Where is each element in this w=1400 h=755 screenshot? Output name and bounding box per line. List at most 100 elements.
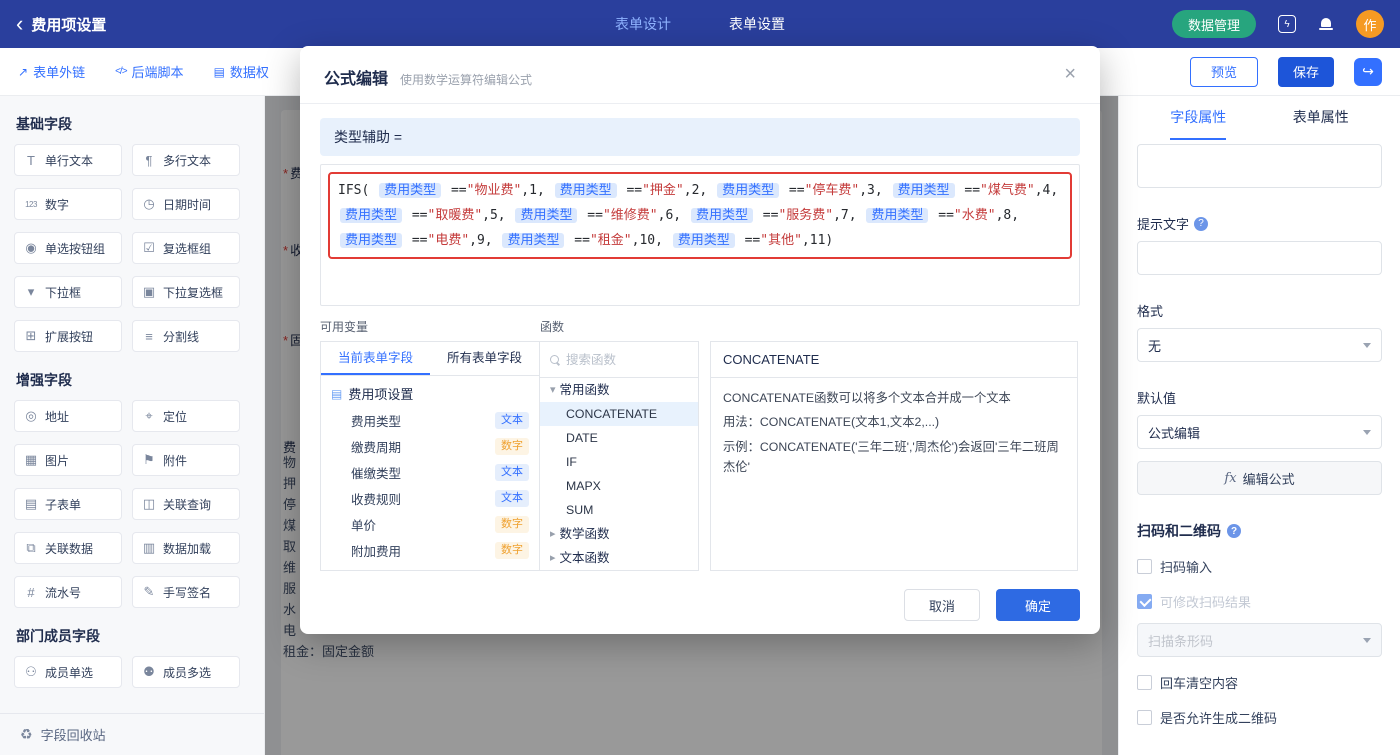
sidebar-field-item[interactable]: ▤子表单 xyxy=(14,488,122,520)
field-type-icon: # xyxy=(23,585,39,600)
preview-button[interactable]: 预览 xyxy=(1190,57,1258,87)
sidebar-field-item[interactable]: ⧉关联数据 xyxy=(14,532,122,564)
field-token[interactable]: 费用类型 xyxy=(866,208,928,223)
function-search-input[interactable] xyxy=(566,353,666,367)
checkbox-box-checked[interactable] xyxy=(1137,594,1152,609)
save-button[interactable]: 保存 xyxy=(1278,57,1334,87)
sidebar-field-item[interactable]: ≡分割线 xyxy=(132,320,240,352)
function-group[interactable]: ▸数学函数 xyxy=(540,522,698,546)
checkbox-scan-input[interactable]: 扫码输入 xyxy=(1137,557,1382,576)
field-recycle-bin[interactable]: ♻ 字段回收站 xyxy=(0,713,264,755)
recycle-label: 字段回收站 xyxy=(41,725,106,744)
field-token[interactable]: 费用类型 xyxy=(893,183,955,198)
field-token[interactable]: 费用类型 xyxy=(515,208,577,223)
field-token[interactable]: 费用类型 xyxy=(379,183,441,198)
tab-current-form-fields[interactable]: 当前表单字段 xyxy=(321,342,430,375)
variable-field-row[interactable]: 催缴类型文本 xyxy=(321,459,539,485)
field-type-icon: ⚉ xyxy=(141,664,157,680)
variable-field-row[interactable]: 附加费用数字 xyxy=(321,537,539,563)
checkbox-allow-qrcode[interactable]: 是否允许生成二维码 xyxy=(1137,708,1382,727)
tab-form-design[interactable]: 表单设计 xyxy=(615,14,671,34)
share-button[interactable]: ↪ xyxy=(1354,58,1382,86)
sidebar-field-item[interactable]: ◫关联查询 xyxy=(132,488,240,520)
sidebar-field-item[interactable]: ⚑附件 xyxy=(132,444,240,476)
data-manage-button[interactable]: 数据管理 xyxy=(1172,10,1256,38)
formula-text: "其他" xyxy=(760,233,802,248)
toolbar-data-permission[interactable]: ▤ 数据权 xyxy=(214,62,269,81)
help-icon[interactable]: ? xyxy=(1194,217,1208,231)
sidebar-field-item[interactable]: ▦图片 xyxy=(14,444,122,476)
function-group[interactable]: ▸文本函数 xyxy=(540,546,698,570)
chevron-down-icon: ▾ xyxy=(550,378,556,402)
avatar[interactable]: 作 xyxy=(1356,10,1384,38)
back-icon[interactable]: ‹ xyxy=(16,14,23,34)
tab-all-form-fields[interactable]: 所有表单字段 xyxy=(430,342,539,375)
formula-text: ,6, xyxy=(658,208,689,223)
sidebar-field-item[interactable]: ¶多行文本 xyxy=(132,144,240,176)
function-search-box[interactable] xyxy=(540,342,698,378)
checkbox-allow-edit-scan-result[interactable]: 可修改扫码结果 xyxy=(1137,592,1382,611)
toolbar-form-external-link[interactable]: ↗ 表单外链 xyxy=(18,62,85,81)
function-item[interactable]: IF xyxy=(540,450,698,474)
sidebar-field-item[interactable]: 123数字 xyxy=(14,188,122,220)
formula-editor-area[interactable]: IFS( 费用类型 =="物业费",1, 费用类型 =="押金",2, 费用类型… xyxy=(320,164,1080,306)
tab-form-settings[interactable]: 表单设置 xyxy=(729,14,785,34)
help-icon[interactable]: ? xyxy=(1227,524,1241,538)
sidebar-field-item[interactable]: #流水号 xyxy=(14,576,122,608)
function-doc-title: CONCATENATE xyxy=(711,342,1077,378)
sidebar-field-item[interactable]: ⚇成员单选 xyxy=(14,656,122,688)
data-icon: ▤ xyxy=(214,65,225,79)
bell-icon[interactable] xyxy=(1318,17,1334,32)
confirm-button[interactable]: 确定 xyxy=(996,589,1080,621)
sidebar-field-item[interactable]: ◉单选按钮组 xyxy=(14,232,122,264)
sidebar-field-item[interactable]: ▣下拉复选框 xyxy=(132,276,240,308)
sidebar-field-item[interactable]: ⊞扩展按钮 xyxy=(14,320,122,352)
sidebar-field-item[interactable]: ✎手写签名 xyxy=(132,576,240,608)
function-group[interactable]: ▾常用函数 xyxy=(540,378,698,402)
default-value-select[interactable]: 公式编辑 xyxy=(1137,415,1382,449)
sidebar-field-item[interactable]: ⌖定位 xyxy=(132,400,240,432)
function-item[interactable]: MAPX xyxy=(540,474,698,498)
checkbox-clear-on-enter[interactable]: 回车清空内容 xyxy=(1137,673,1382,692)
function-item[interactable]: CONCATENATE xyxy=(540,402,698,426)
sidebar-field-item[interactable]: ◎地址 xyxy=(14,400,122,432)
toolbar-backend-script[interactable]: </> 后端脚本 xyxy=(115,62,183,81)
function-item[interactable]: DATE xyxy=(540,426,698,450)
apps-icon[interactable]: ϟ xyxy=(1278,15,1296,33)
tab-field-properties[interactable]: 字段属性 xyxy=(1170,96,1226,140)
form-tree-root[interactable]: ▤ 费用项设置 xyxy=(321,376,539,407)
checkbox-box[interactable] xyxy=(1137,710,1152,725)
sidebar-field-item[interactable]: ▾下拉框 xyxy=(14,276,122,308)
cancel-button[interactable]: 取消 xyxy=(904,589,980,621)
variable-field-row[interactable]: 收费规则文本 xyxy=(321,485,539,511)
format-select[interactable]: 无 xyxy=(1137,328,1382,362)
hint-text-input[interactable] xyxy=(1137,241,1382,275)
function-item[interactable]: SUM xyxy=(540,498,698,522)
field-token[interactable]: 费用类型 xyxy=(340,233,402,248)
doc-description: CONCATENATE函数可以将多个文本合并成一个文本 xyxy=(723,388,1065,408)
checkbox-box[interactable] xyxy=(1137,675,1152,690)
close-icon[interactable]: × xyxy=(1064,64,1076,84)
field-token[interactable]: 费用类型 xyxy=(340,208,402,223)
sidebar-field-item[interactable]: ⚉成员多选 xyxy=(132,656,240,688)
field-type-badge: 文本 xyxy=(495,490,529,507)
variable-field-row[interactable]: 单价数字 xyxy=(321,511,539,537)
field-type-icon: ◷ xyxy=(141,196,157,212)
variable-field-row[interactable]: 费用类型文本 xyxy=(321,407,539,433)
sidebar-field-item[interactable]: ☑复选框组 xyxy=(132,232,240,264)
tab-form-properties[interactable]: 表单属性 xyxy=(1293,96,1349,140)
sidebar-field-item[interactable]: ▥数据加载 xyxy=(132,532,240,564)
edit-formula-button[interactable]: fx 编辑公式 xyxy=(1137,461,1382,495)
formula-text: == xyxy=(755,208,778,223)
field-value-box[interactable] xyxy=(1137,144,1382,188)
sidebar-field-item[interactable]: ◷日期时间 xyxy=(132,188,240,220)
field-token[interactable]: 费用类型 xyxy=(673,233,735,248)
field-token[interactable]: 费用类型 xyxy=(555,183,617,198)
variable-field-row[interactable]: 缴费周期数字 xyxy=(321,433,539,459)
checkbox-box[interactable] xyxy=(1137,559,1152,574)
field-token[interactable]: 费用类型 xyxy=(691,208,753,223)
sidebar-field-item[interactable]: T单行文本 xyxy=(14,144,122,176)
field-token[interactable]: 费用类型 xyxy=(502,233,564,248)
field-token[interactable]: 费用类型 xyxy=(717,183,779,198)
formula-text: ,5, xyxy=(482,208,513,223)
